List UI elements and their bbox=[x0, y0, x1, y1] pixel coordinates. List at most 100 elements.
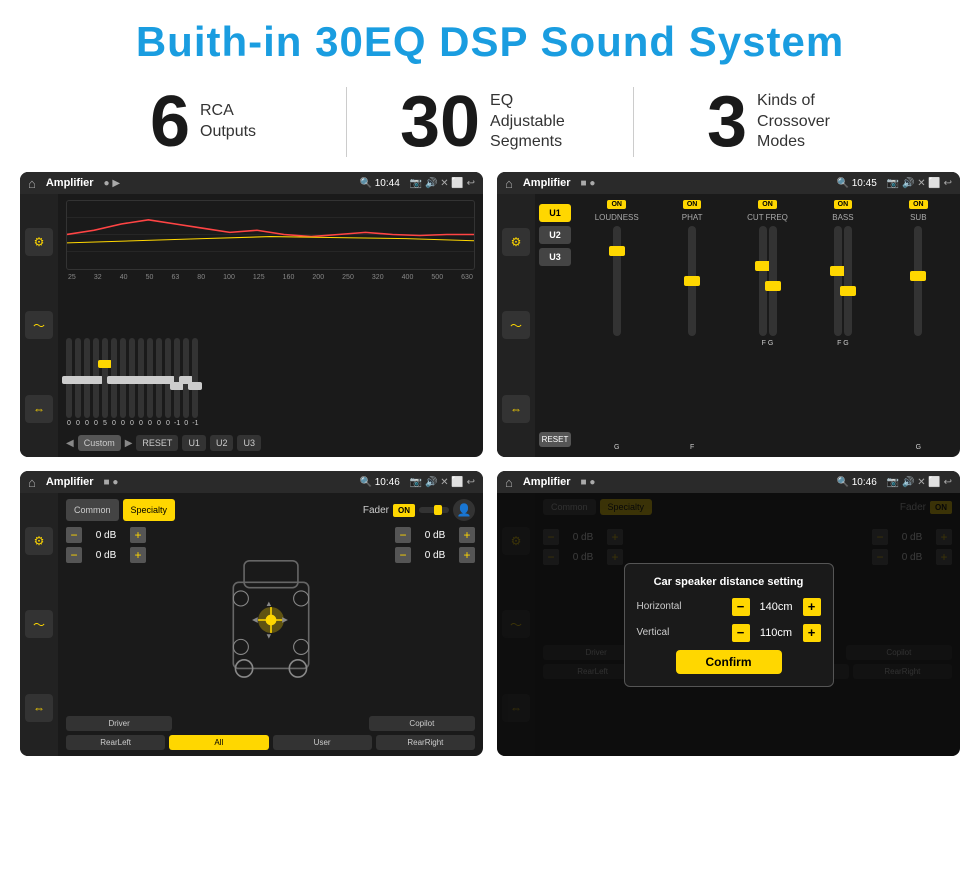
dist-status-bar: ⌂ Amplifier ■ ● 🔍 10:46 📷 🔊 ✕ ⬜ ↩ bbox=[497, 471, 960, 493]
phat-on: ON bbox=[683, 200, 702, 209]
sub-label: SUB bbox=[910, 213, 926, 222]
fader-plus-1[interactable]: + bbox=[130, 527, 146, 543]
vertical-minus-btn[interactable]: − bbox=[732, 624, 750, 642]
fader-db-val-2: 0 dB bbox=[85, 550, 127, 561]
fader-center: ▲ ▼ ◀ ▶ bbox=[154, 527, 387, 712]
fader-body: − 0 dB + − 0 dB + bbox=[66, 527, 475, 712]
stat-crossover: 3 Kinds ofCrossover Modes bbox=[634, 86, 920, 158]
fader-screen-card: ⌂ Amplifier ■ ● 🔍 10:46 📷 🔊 ✕ ⬜ ↩ ⚙ 〜 ⇔ … bbox=[20, 471, 483, 756]
eq-status-bar: ⌂ Amplifier ● ▶ 🔍 10:44 📷 🔊 ✕ ⬜ ↩ bbox=[20, 172, 483, 194]
fader-time: 🔍 10:46 bbox=[360, 477, 400, 488]
confirm-button[interactable]: Confirm bbox=[676, 650, 782, 674]
fader-db-val-1: 0 dB bbox=[85, 530, 127, 541]
eq-reset-button[interactable]: RESET bbox=[136, 435, 178, 451]
stat-label-crossover: Kinds ofCrossover Modes bbox=[757, 91, 847, 153]
dist-home-icon: ⌂ bbox=[505, 475, 513, 490]
fader-slider[interactable] bbox=[419, 507, 449, 513]
eq-screen-card: ⌂ Amplifier ● ▶ 🔍 10:44 📷 🔊 ✕ ⬜ ↩ ⚙ 〜 ⇔ bbox=[20, 172, 483, 457]
cross-status-bar: ⌂ Amplifier ■ ● 🔍 10:45 📷 🔊 ✕ ⬜ ↩ bbox=[497, 172, 960, 194]
eq-dots: ● ▶ bbox=[104, 178, 121, 189]
cross-u3-btn[interactable]: U3 bbox=[539, 248, 571, 266]
eq-time: 🔍 10:44 bbox=[360, 178, 400, 189]
fader-rearright-btn[interactable]: RearRight bbox=[376, 735, 475, 750]
eq-sliders: 0 0 0 0 bbox=[66, 285, 475, 431]
fader-db-val-3: 0 dB bbox=[414, 530, 456, 541]
fader-common-tab[interactable]: Common bbox=[66, 499, 119, 521]
eq-icon-2[interactable]: 〜 bbox=[25, 311, 53, 339]
horizontal-value: 140cm bbox=[754, 601, 799, 613]
eq-slider-4[interactable]: 0 bbox=[93, 338, 99, 427]
eq-slider-15[interactable]: -1 bbox=[192, 338, 198, 427]
cutfreq-slider-g[interactable] bbox=[769, 226, 777, 336]
eq-custom-button[interactable]: Custom bbox=[78, 435, 121, 451]
bass-label: BASS bbox=[832, 213, 853, 222]
eq-next-button[interactable]: ▶ bbox=[125, 435, 133, 451]
horizontal-plus-btn[interactable]: + bbox=[803, 598, 821, 616]
vertical-control: − 110cm + bbox=[732, 624, 821, 642]
eq-u1-button[interactable]: U1 bbox=[182, 435, 206, 451]
dist-app-title: Amplifier bbox=[523, 476, 571, 488]
cross-home-icon: ⌂ bbox=[505, 176, 513, 191]
dialog-title: Car speaker distance setting bbox=[637, 576, 821, 588]
bass-slider-f[interactable] bbox=[834, 226, 842, 336]
distance-screen-card: ⌂ Amplifier ■ ● 🔍 10:46 📷 🔊 ✕ ⬜ ↩ ⚙ 〜 ⇔ … bbox=[497, 471, 960, 756]
fader-minus-2[interactable]: − bbox=[66, 547, 82, 563]
fader-screen-body: ⚙ 〜 ⇔ Common Specialty Fader ON bbox=[20, 493, 483, 756]
dialog-overlay: Car speaker distance setting Horizontal … bbox=[497, 493, 960, 756]
bass-slider-g[interactable] bbox=[844, 226, 852, 336]
sub-slider[interactable] bbox=[914, 226, 922, 440]
bass-group: ON BASS bbox=[807, 200, 878, 451]
fader-on-switch[interactable]: ON bbox=[393, 504, 415, 517]
cross-controls: ON LOUDNESS G ON PHAT bbox=[575, 194, 960, 457]
stat-label-rca: RCAOutputs bbox=[200, 101, 256, 143]
fader-all-btn[interactable]: All bbox=[169, 735, 268, 750]
fader-icon-2[interactable]: 〜 bbox=[25, 610, 53, 638]
fader-plus-2[interactable]: + bbox=[130, 547, 146, 563]
cross-reset-btn[interactable]: RESET bbox=[539, 432, 571, 447]
fader-specialty-tab[interactable]: Specialty bbox=[123, 499, 176, 521]
horizontal-label: Horizontal bbox=[637, 601, 682, 612]
fader-label: Fader bbox=[363, 505, 389, 516]
home-icon: ⌂ bbox=[28, 176, 36, 191]
cross-u2-btn[interactable]: U2 bbox=[539, 226, 571, 244]
eq-screen-body: ⚙ 〜 ⇔ bbox=[20, 194, 483, 457]
fader-icon-1[interactable]: ⚙ bbox=[25, 527, 53, 555]
fader-status-icons: 📷 🔊 ✕ ⬜ ↩ bbox=[410, 477, 475, 488]
cross-icon-2[interactable]: 〜 bbox=[502, 311, 530, 339]
cross-sidebar: ⚙ 〜 ⇔ bbox=[497, 194, 535, 457]
fader-plus-3[interactable]: + bbox=[459, 527, 475, 543]
phat-slider[interactable] bbox=[688, 226, 696, 440]
eq-u2-button[interactable]: U2 bbox=[210, 435, 234, 451]
eq-bottom-bar: ◀ Custom ▶ RESET U1 U2 U3 bbox=[66, 435, 475, 451]
fader-driver-btn[interactable]: Driver bbox=[66, 716, 172, 731]
fader-minus-1[interactable]: − bbox=[66, 527, 82, 543]
fader-minus-3[interactable]: − bbox=[395, 527, 411, 543]
distance-dialog: Car speaker distance setting Horizontal … bbox=[624, 563, 834, 687]
fader-icon-3[interactable]: ⇔ bbox=[25, 694, 53, 722]
eq-u3-button[interactable]: U3 bbox=[237, 435, 261, 451]
fader-buttons-row-2: RearLeft All User RearRight bbox=[66, 735, 475, 750]
vertical-value: 110cm bbox=[754, 627, 799, 639]
cross-u1-btn[interactable]: U1 bbox=[539, 204, 571, 222]
cross-app-title: Amplifier bbox=[523, 177, 571, 189]
svg-text:▲: ▲ bbox=[265, 599, 272, 608]
cross-screen-body: ⚙ 〜 ⇔ U1 U2 U3 RESET ON LOU bbox=[497, 194, 960, 457]
fader-plus-4[interactable]: + bbox=[459, 547, 475, 563]
fader-rearleft-btn[interactable]: RearLeft bbox=[66, 735, 165, 750]
cross-icon-1[interactable]: ⚙ bbox=[502, 228, 530, 256]
crossover-screen-card: ⌂ Amplifier ■ ● 🔍 10:45 📷 🔊 ✕ ⬜ ↩ ⚙ 〜 ⇔ … bbox=[497, 172, 960, 457]
horizontal-minus-btn[interactable]: − bbox=[732, 598, 750, 616]
dist-dots: ■ ● bbox=[581, 477, 596, 488]
loudness-slider[interactable] bbox=[613, 226, 621, 440]
fader-minus-4[interactable]: − bbox=[395, 547, 411, 563]
fader-buttons-row-1: Driver Copilot bbox=[66, 716, 475, 731]
cross-icon-3[interactable]: ⇔ bbox=[502, 395, 530, 423]
vertical-plus-btn[interactable]: + bbox=[803, 624, 821, 642]
fader-user-btn[interactable]: User bbox=[273, 735, 372, 750]
fader-copilot-btn[interactable]: Copilot bbox=[369, 716, 475, 731]
eq-icon-3[interactable]: ⇔ bbox=[25, 395, 53, 423]
eq-prev-button[interactable]: ◀ bbox=[66, 435, 74, 451]
eq-icon-1[interactable]: ⚙ bbox=[25, 228, 53, 256]
fader-status-bar: ⌂ Amplifier ■ ● 🔍 10:46 📷 🔊 ✕ ⬜ ↩ bbox=[20, 471, 483, 493]
horizontal-control: − 140cm + bbox=[732, 598, 821, 616]
